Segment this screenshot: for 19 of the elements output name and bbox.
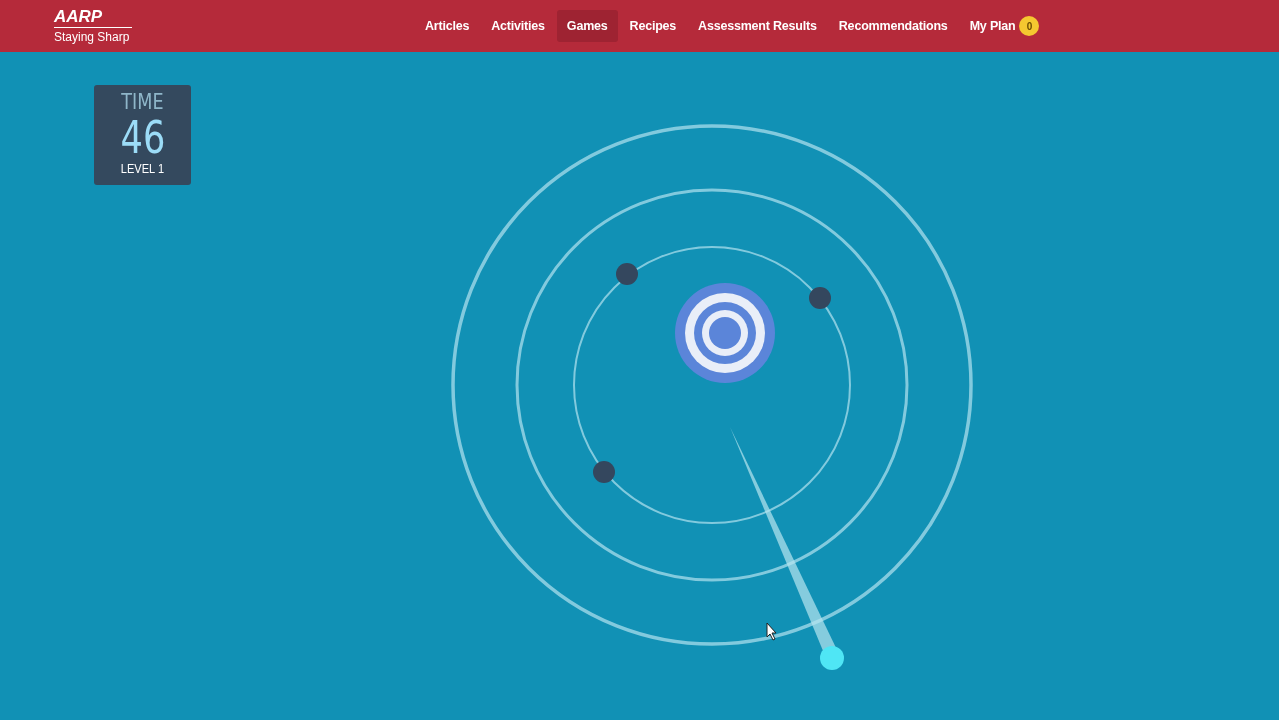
nav-link[interactable]: Articles	[415, 10, 480, 42]
count-badge: 0	[1019, 16, 1040, 36]
nav-link[interactable]: Assessment Results	[688, 10, 827, 42]
player-ball[interactable]	[820, 646, 844, 670]
obstacle-dot	[809, 287, 831, 309]
logo[interactable]: AARP	[54, 8, 132, 28]
obstacle-dot	[593, 461, 615, 483]
target-icon	[675, 283, 775, 383]
nav-link[interactable]: Recommendations	[828, 10, 958, 42]
level-label: LEVEL 1	[120, 161, 165, 177]
nav-link[interactable]: Games	[556, 10, 618, 42]
cursor-icon	[766, 622, 777, 641]
tagline: Staying Sharp	[54, 30, 131, 44]
nav-link[interactable]: Activities	[481, 10, 555, 42]
obstacle-dot	[616, 263, 638, 285]
timer-value: 46	[120, 115, 165, 161]
nav-link[interactable]: Recipes	[619, 10, 687, 42]
timer-label: TIME	[121, 89, 164, 115]
nav-link[interactable]: My Plan 0	[959, 7, 1050, 45]
